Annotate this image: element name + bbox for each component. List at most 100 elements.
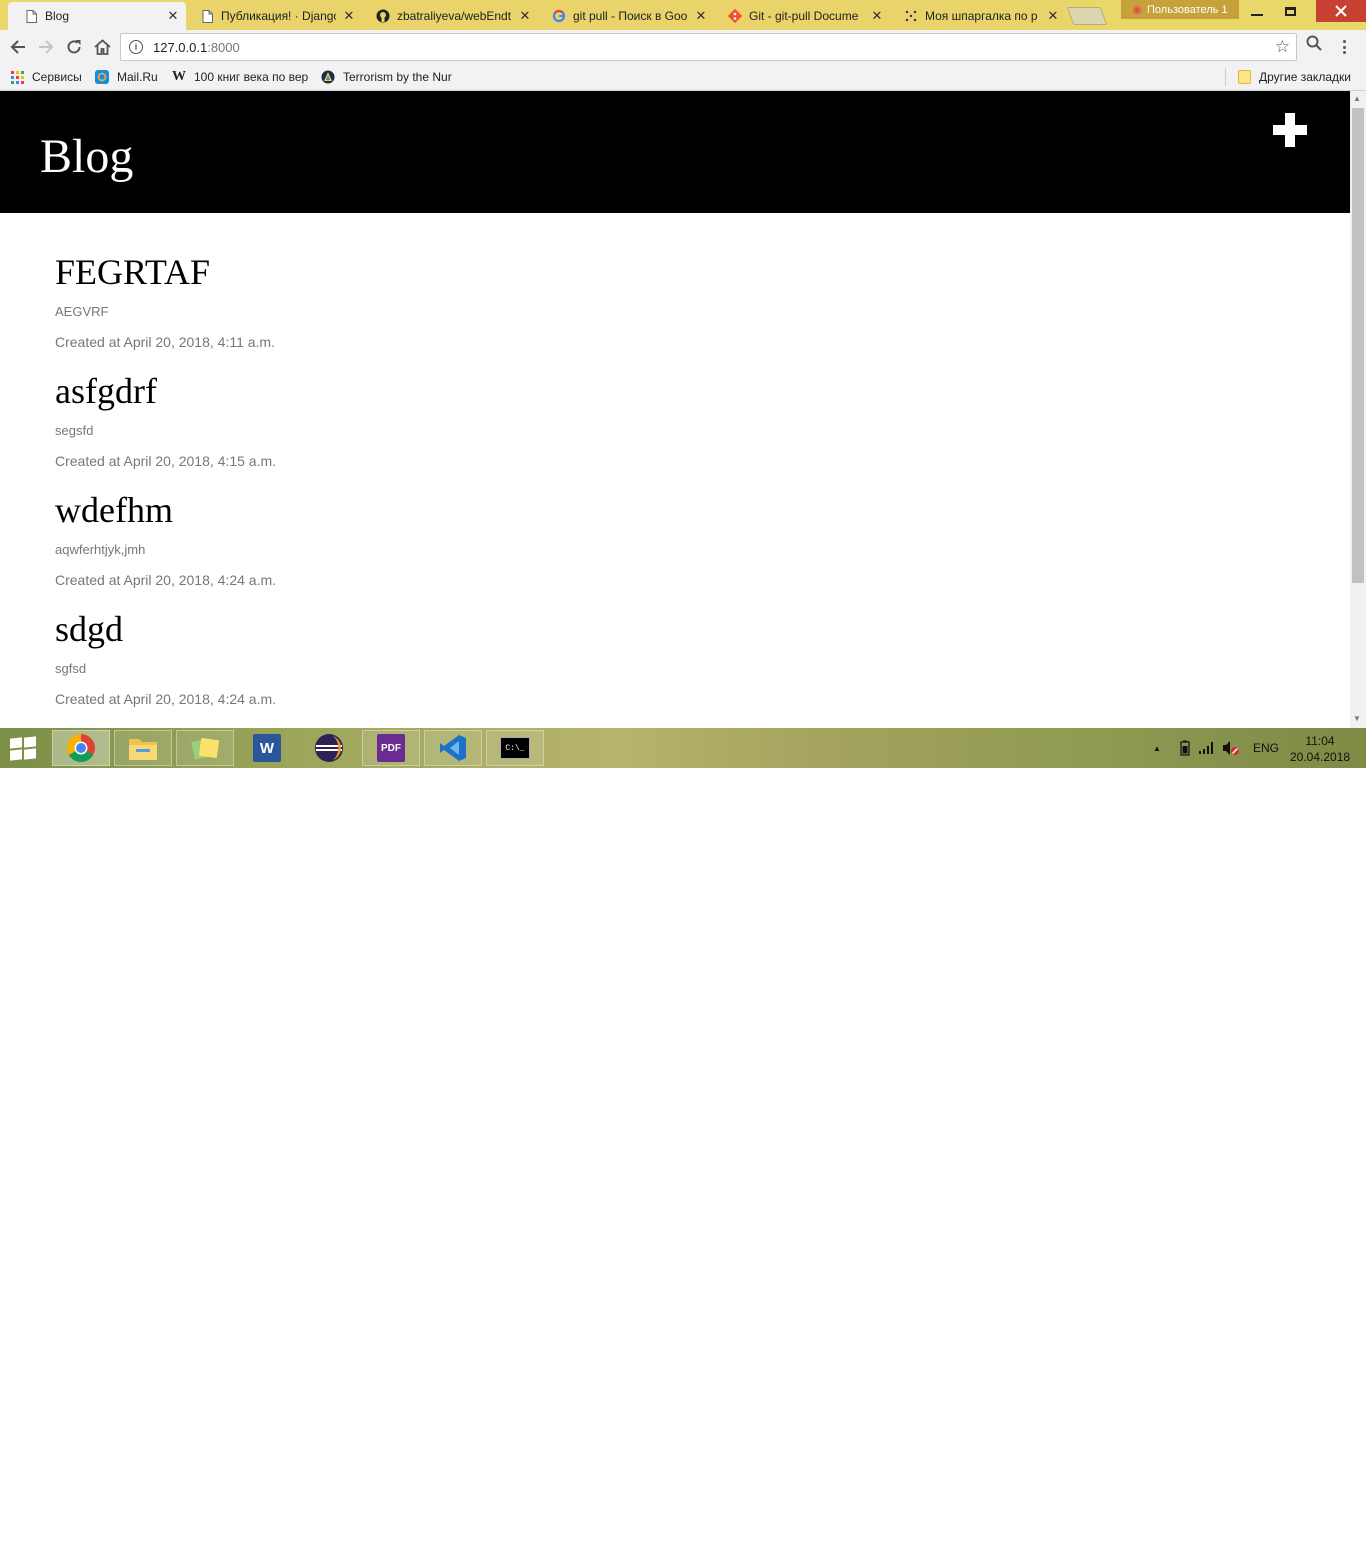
reload-button[interactable] <box>63 36 85 58</box>
post-date: Created at April 20, 2018, 4:11 a.m. <box>55 334 275 350</box>
close-icon[interactable]: ✕ <box>518 8 532 24</box>
star-icon[interactable]: ☆ <box>1275 37 1290 57</box>
close-icon[interactable]: ✕ <box>342 8 356 24</box>
windows-start-icon[interactable] <box>8 736 36 761</box>
close-icon[interactable]: ✕ <box>694 8 708 24</box>
home-button[interactable] <box>91 36 113 58</box>
bookmark-terrorism[interactable]: Terrorism by the Nur <box>321 64 457 90</box>
eclipse-icon <box>315 734 343 762</box>
taskbar-chrome[interactable] <box>52 730 110 766</box>
url-text: 127.0.0.1:8000 <box>153 40 240 55</box>
address-bar[interactable]: i 127.0.0.1:8000 ☆ <box>120 33 1297 61</box>
bookmark-label: Сервисы <box>32 70 82 84</box>
mailru-icon <box>95 70 109 84</box>
taskbar-clock[interactable]: 11:04 20.04.2018 <box>1290 733 1350 765</box>
tab-google-search[interactable]: git pull - Поиск в Goo ✕ <box>536 2 714 30</box>
clock-date: 20.04.2018 <box>1290 750 1351 764</box>
close-window-button[interactable] <box>1316 0 1366 22</box>
post-date: Created at April 20, 2018, 4:24 a.m. <box>55 572 277 588</box>
post-item: sdgd sgfsd Created at April 20, 2018, 4:… <box>55 608 1255 727</box>
site-title[interactable]: Blog <box>40 129 133 185</box>
maximize-button[interactable] <box>1274 0 1306 22</box>
google-icon <box>552 9 566 23</box>
info-icon[interactable]: i <box>129 40 143 54</box>
minimize-button[interactable] <box>1242 0 1272 22</box>
cmd-icon: C:\_ <box>500 737 530 759</box>
post-title[interactable]: wdefhm <box>55 489 173 531</box>
new-tab-button[interactable] <box>1066 7 1108 25</box>
taskbar-file-explorer[interactable] <box>114 730 172 766</box>
tab-django-publication[interactable]: Публикация! · Django ✕ <box>184 2 362 30</box>
word-icon-glyph: W <box>259 739 275 757</box>
show-hidden-icons-button[interactable]: ▲ <box>1153 728 1161 768</box>
bookmarks-divider <box>1225 68 1226 86</box>
user-icon: ◉ <box>1132 4 1143 16</box>
taskbar-vscode[interactable] <box>424 730 482 766</box>
scrollbar-thumb[interactable] <box>1352 108 1364 583</box>
browser-titlebar: Blog ✕ Публикация! · Django ✕ zbatraliye… <box>0 0 1366 30</box>
clock-time: 11:04 <box>1305 734 1335 748</box>
language-label: ENG <box>1253 741 1280 755</box>
tab-title: git pull - Поиск в Goo <box>573 9 688 23</box>
folder-icon <box>129 739 157 760</box>
url-port: :8000 <box>207 39 240 55</box>
volume-muted-icon[interactable] <box>1222 728 1240 768</box>
scroll-down-icon[interactable]: ▼ <box>1353 714 1361 723</box>
word-icon: W <box>253 734 281 762</box>
tab-cheatsheet[interactable]: Моя шпаргалка по р ✕ <box>888 2 1066 30</box>
network-signal-icon[interactable] <box>1199 728 1215 768</box>
forward-button[interactable] <box>35 36 57 58</box>
post-text: segsfd <box>55 423 94 438</box>
post-item: asfgdrf segsfd Created at April 20, 2018… <box>55 370 1255 489</box>
tab-title: Публикация! · Django <box>221 9 336 23</box>
taskbar-pdf-reader[interactable]: PDF <box>362 730 420 766</box>
windows-taskbar: W PDF C:\_ <box>0 728 1366 768</box>
close-icon[interactable]: ✕ <box>870 8 884 24</box>
github-icon <box>376 9 390 23</box>
page-scrollbar[interactable]: ▲ ▼ <box>1350 91 1366 728</box>
plus-icon[interactable] <box>1273 113 1307 147</box>
post-list: FEGRTAF AEGVRF Created at April 20, 2018… <box>55 251 1255 727</box>
post-title[interactable]: FEGRTAF <box>55 251 210 293</box>
restore-icon <box>1284 6 1296 16</box>
wikipedia-icon: W <box>172 69 186 84</box>
pdf-icon-glyph: PDF <box>381 742 401 754</box>
page-icon <box>200 9 214 23</box>
bookmark-mailru[interactable]: Mail.Ru <box>95 64 158 90</box>
chevron-up-icon: ▲ <box>1153 743 1161 753</box>
user-profile-button[interactable]: ◉ Пользователь 1 <box>1121 0 1239 19</box>
taskbar-eclipse[interactable] <box>300 730 358 766</box>
dots-icon <box>904 9 918 23</box>
back-button[interactable] <box>7 36 29 58</box>
post-item: FEGRTAF AEGVRF Created at April 20, 2018… <box>55 251 1255 370</box>
tab-blog[interactable]: Blog ✕ <box>8 2 186 30</box>
close-icon[interactable]: ✕ <box>1046 8 1060 24</box>
bookmark-services[interactable]: Сервисы <box>10 64 82 90</box>
close-icon[interactable]: ✕ <box>166 8 180 24</box>
menu-icon[interactable] <box>1343 40 1347 54</box>
close-icon <box>1335 5 1347 17</box>
reload-icon <box>67 40 81 54</box>
search-icon[interactable] <box>1306 35 1322 51</box>
vscode-icon <box>440 735 466 761</box>
page-content: Blog FEGRTAF AEGVRF Created at April 20,… <box>0 91 1350 728</box>
tab-git-docs[interactable]: Git - git-pull Docume ✕ <box>712 2 890 30</box>
battery-icon[interactable] <box>1180 728 1190 768</box>
arrow-left-icon <box>10 40 25 54</box>
scroll-up-icon[interactable]: ▲ <box>1353 94 1361 103</box>
git-icon <box>728 9 742 23</box>
language-indicator[interactable]: ENG <box>1253 728 1279 768</box>
post-item: wdefhm aqwferhtjyk,jmh Created at April … <box>55 489 1255 608</box>
taskbar-word[interactable]: W <box>238 730 296 766</box>
taskbar-command-prompt[interactable]: C:\_ <box>486 730 544 766</box>
post-text: sgfsd <box>55 661 87 676</box>
site-header: Blog <box>0 91 1350 213</box>
post-title[interactable]: asfgdrf <box>55 370 157 412</box>
tab-github[interactable]: zbatraliyeva/webEndt ✕ <box>360 2 538 30</box>
bookmark-100-books[interactable]: W 100 книг века по вер <box>172 64 308 90</box>
chrome-icon <box>67 734 95 762</box>
post-text: aqwferhtjyk,jmh <box>55 542 146 557</box>
other-bookmarks[interactable]: Другие закладки <box>1237 64 1351 90</box>
post-title[interactable]: sdgd <box>55 608 123 650</box>
taskbar-sticky-notes[interactable] <box>176 730 234 766</box>
